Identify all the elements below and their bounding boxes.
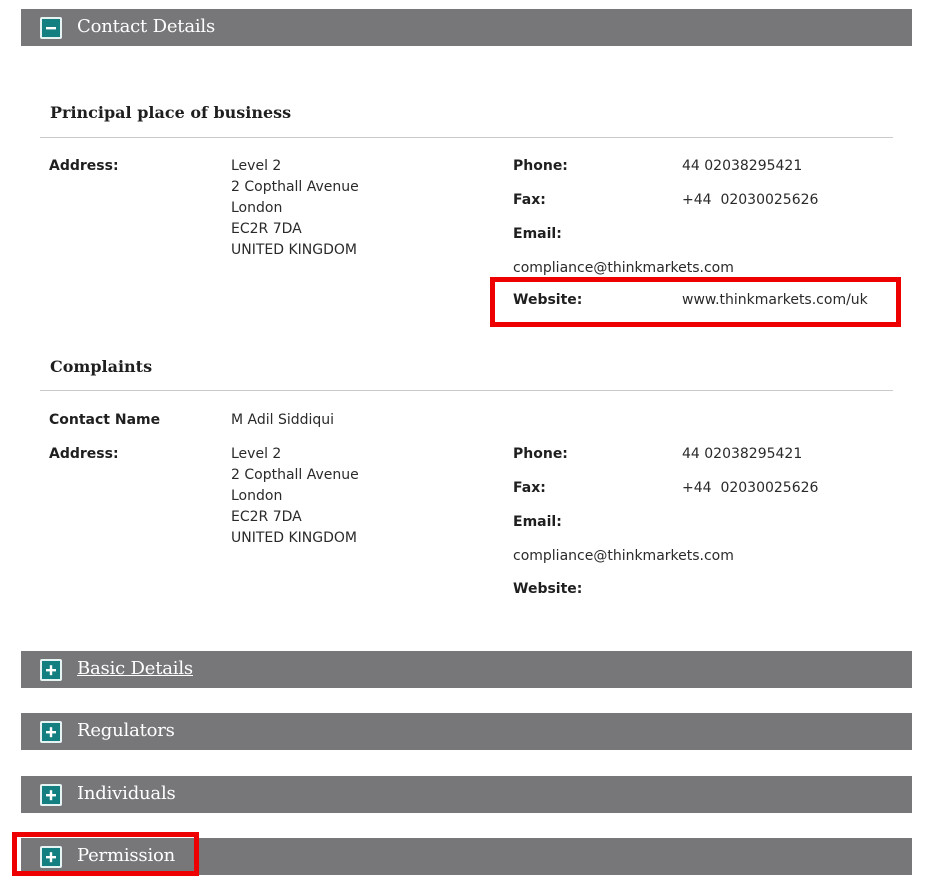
address-line: EC2R 7DA	[231, 509, 302, 525]
principal-fax-label: Fax:	[513, 192, 546, 208]
section-title-individuals: Individuals	[77, 783, 176, 804]
address-line: EC2R 7DA	[231, 221, 302, 237]
address-line: 2 Copthall Avenue	[231, 467, 359, 483]
principal-website-label: Website:	[513, 292, 583, 308]
plus-icon[interactable]	[40, 846, 62, 868]
complaints-address-label: Address:	[49, 446, 119, 462]
section-title-contact-details: Contact Details	[77, 16, 216, 37]
principal-phone-label: Phone:	[513, 158, 568, 174]
address-line: UNITED KINGDOM	[231, 242, 357, 258]
section-header-contact-details[interactable]: Contact Details	[21, 9, 912, 46]
principal-email-value[interactable]: compliance@thinkmarkets.com	[513, 260, 734, 276]
complaints-email-value[interactable]: compliance@thinkmarkets.com	[513, 548, 734, 564]
section-header-permission[interactable]: Permission	[21, 838, 912, 875]
section-header-regulators[interactable]: Regulators	[21, 713, 912, 750]
complaints-address: Level 2 2 Copthall Avenue London EC2R 7D…	[231, 444, 359, 549]
principal-address: Level 2 2 Copthall Avenue London EC2R 7D…	[231, 156, 359, 261]
section-title-permission: Permission	[77, 845, 176, 866]
plus-icon[interactable]	[40, 659, 62, 681]
address-line: London	[231, 200, 283, 216]
principal-email-label: Email:	[513, 226, 562, 242]
section-header-basic-details[interactable]: Basic Details	[21, 651, 912, 688]
complaints-phone-label: Phone:	[513, 446, 568, 462]
section-title-basic-details[interactable]: Basic Details	[77, 658, 193, 679]
complaints-fax-label: Fax:	[513, 480, 546, 496]
address-line: London	[231, 488, 283, 504]
address-line: Level 2	[231, 446, 282, 462]
complaints-fax-value: +44 02030025626	[682, 480, 819, 496]
minus-icon[interactable]	[40, 17, 62, 39]
address-line: Level 2	[231, 158, 282, 174]
principal-heading: Principal place of business	[50, 103, 292, 122]
address-line: 2 Copthall Avenue	[231, 179, 359, 195]
complaints-contact-label: Contact Name	[49, 412, 161, 428]
principal-phone-value: 44 02038295421	[682, 158, 803, 174]
address-line: UNITED KINGDOM	[231, 530, 357, 546]
complaints-website-label: Website:	[513, 581, 583, 597]
complaints-phone-value: 44 02038295421	[682, 446, 803, 462]
complaints-heading: Complaints	[50, 357, 153, 376]
principal-divider	[40, 137, 893, 138]
section-header-individuals[interactable]: Individuals	[21, 776, 912, 813]
principal-address-label: Address:	[49, 158, 119, 174]
section-title-regulators: Regulators	[77, 720, 175, 741]
complaints-divider	[40, 390, 893, 391]
complaints-contact-name: M Adil Siddiqui	[231, 412, 335, 428]
plus-icon[interactable]	[40, 784, 62, 806]
principal-fax-value: +44 02030025626	[682, 192, 819, 208]
principal-website-link[interactable]: www.thinkmarkets.com/uk	[682, 292, 868, 308]
complaints-email-label: Email:	[513, 514, 562, 530]
plus-icon[interactable]	[40, 721, 62, 743]
